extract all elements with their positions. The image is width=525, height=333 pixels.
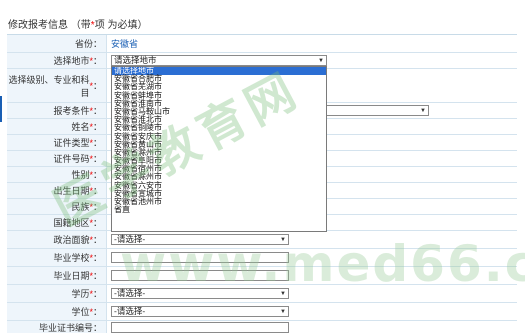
watermark-url: www.med66.com: [120, 235, 525, 293]
grad-cert-input[interactable]: [111, 322, 289, 333]
page-note: （带*项 为必填）: [71, 20, 148, 31]
province-value: 安徽省: [111, 39, 139, 49]
level-label: 选择级别、专业和科目 *：: [7, 69, 107, 102]
page-note-close: 项 为必填）: [94, 20, 148, 31]
city-label: 选择地市 *：: [7, 53, 107, 68]
city-select[interactable]: 请选择地市 ▼: [111, 55, 327, 66]
row-grad-cert: 毕业证书编号：: [7, 321, 517, 333]
chevron-down-icon: ▼: [318, 58, 324, 64]
page-title-text: 修改报考信息: [8, 20, 68, 31]
education-label: 学历 *：: [7, 285, 107, 302]
school-label: 毕业学校 *：: [7, 249, 107, 266]
row-province: 省份： 安徽省: [7, 35, 517, 53]
political-label: 政治面貌 *：: [7, 231, 107, 248]
grad-date-label: 毕业日期 *：: [7, 267, 107, 284]
city-option[interactable]: 省直: [112, 205, 326, 214]
province-label: 省份：: [7, 35, 107, 52]
degree-label: 学位 *：: [7, 303, 107, 320]
name-label: 姓名 *：: [7, 119, 107, 134]
left-accent-bar: [0, 96, 2, 122]
exam-cond-label: 报考条件 *：: [7, 103, 107, 118]
cert-type-label: 证件类型 *：: [7, 135, 107, 150]
page-note-open: （带: [70, 20, 91, 31]
chevron-down-icon: ▼: [420, 108, 426, 114]
degree-select[interactable]: -请选择- ▼: [111, 306, 289, 317]
row-degree: 学位 *： -请选择- ▼: [7, 303, 517, 321]
page-title: 修改报考信息 （带*项 为必填）: [8, 16, 147, 31]
grad-cert-label: 毕业证书编号：: [7, 321, 107, 333]
chevron-down-icon: ▼: [280, 309, 286, 315]
